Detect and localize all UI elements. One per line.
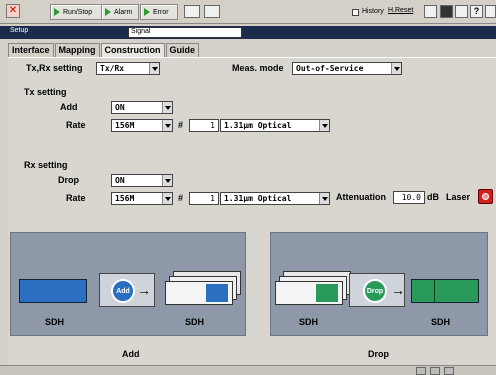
graph-icon[interactable] <box>204 5 220 18</box>
status-icon <box>416 367 426 375</box>
add-label: Add <box>60 102 78 112</box>
sdh-source-block <box>19 279 87 303</box>
help-icon[interactable]: ? <box>470 5 483 18</box>
display-toggle-icon[interactable] <box>184 5 200 18</box>
chevron-down-icon <box>162 193 172 204</box>
history-checkbox[interactable] <box>352 9 359 16</box>
print-icon[interactable] <box>455 5 468 18</box>
txrx-setting-label: Tx,Rx setting <box>26 63 83 73</box>
drop-left-label: SDH <box>299 317 319 327</box>
tx-channel-input[interactable]: 1 <box>189 119 219 132</box>
tab-bar: Interface Mapping Construction Guide <box>8 43 200 57</box>
attenuation-label: Attenuation <box>336 192 386 202</box>
rx-rate-label: Rate <box>66 193 86 203</box>
construction-panel: Tx,Rx setting Tx/Rx Meas. mode Out-of-Se… <box>8 57 496 365</box>
exit-icon[interactable] <box>485 5 496 18</box>
setup-bar: Setup Signal <box>0 26 496 39</box>
drop-caption: Drop <box>368 349 389 359</box>
sdh-input-block <box>275 281 343 305</box>
chevron-down-icon <box>391 63 401 74</box>
arrow-right-icon: → <box>391 282 405 298</box>
toolbar: ✕ Run/Stop Alarm Error History H.Reset ? <box>0 0 496 24</box>
log-icon[interactable] <box>424 5 437 18</box>
chevron-down-icon <box>319 120 329 131</box>
status-icon <box>430 367 440 375</box>
add-badge: Add <box>111 279 135 303</box>
rx-optical-select[interactable]: 1.31µm Optical <box>220 192 330 205</box>
tx-setting-heading: Tx setting <box>24 87 67 97</box>
signal-select[interactable]: Signal <box>128 27 242 38</box>
rx-setting-heading: Rx setting <box>24 160 68 170</box>
tab-guide[interactable]: Guide <box>165 43 200 57</box>
add-left-label: SDH <box>45 317 65 327</box>
txrx-setting-select[interactable]: Tx/Rx <box>96 62 160 75</box>
alarm-button[interactable]: Alarm <box>101 4 139 20</box>
laser-label: Laser <box>446 192 471 202</box>
add-right-label: SDH <box>185 317 205 327</box>
tx-optical-select[interactable]: 1.31µm Optical <box>220 119 330 132</box>
add-diagram: Add → SDH SDH <box>10 232 246 336</box>
rx-channel-hash: # <box>178 193 184 203</box>
laser-button[interactable] <box>478 189 493 204</box>
drop-right-label: SDH <box>431 317 451 327</box>
sdh-output-divider <box>434 280 435 302</box>
rx-rate-select[interactable]: 156M <box>111 192 173 205</box>
arrow-right-icon: → <box>137 282 151 298</box>
chevron-down-icon <box>149 63 159 74</box>
add-caption: Add <box>122 349 140 359</box>
add-select[interactable]: ON <box>111 101 173 114</box>
chevron-down-icon <box>162 102 172 113</box>
play-icon <box>144 8 150 16</box>
save-icon[interactable] <box>440 5 453 18</box>
drop-select[interactable]: ON <box>111 174 173 187</box>
rx-channel-input[interactable]: 1 <box>189 192 219 205</box>
status-icon <box>444 367 454 375</box>
sdh-output-block <box>165 281 233 305</box>
tx-channel-hash: # <box>178 120 184 130</box>
attenuation-unit: dB <box>427 192 439 202</box>
tab-construction[interactable]: Construction <box>100 43 165 57</box>
play-icon <box>54 8 60 16</box>
sdh-input-accent <box>316 284 338 302</box>
error-button[interactable]: Error <box>140 4 178 20</box>
setup-title: Setup <box>10 27 29 34</box>
sdh-output-block <box>411 279 479 303</box>
chevron-down-icon <box>162 175 172 186</box>
meas-mode-label: Meas. mode <box>232 63 284 73</box>
drop-diagram: Drop → SDH SDH <box>270 232 488 336</box>
app-logo-icon: ✕ <box>6 4 20 18</box>
sdh-output-accent <box>206 284 228 302</box>
tab-interface[interactable]: Interface <box>8 43 54 57</box>
drop-label: Drop <box>58 175 79 185</box>
drop-badge: Drop <box>363 279 387 303</box>
laser-indicator-icon <box>482 193 489 200</box>
meas-mode-select[interactable]: Out-of-Service <box>292 62 402 75</box>
attenuation-input[interactable]: 10.0 <box>393 191 425 204</box>
status-bar <box>0 365 496 375</box>
play-icon <box>105 8 111 16</box>
chevron-down-icon <box>319 193 329 204</box>
chevron-down-icon <box>162 120 172 131</box>
h-reset-button[interactable]: H.Reset <box>388 7 413 14</box>
tab-mapping[interactable]: Mapping <box>54 43 100 57</box>
history-label: History <box>362 8 384 15</box>
tx-rate-select[interactable]: 156M <box>111 119 173 132</box>
tx-rate-label: Rate <box>66 120 86 130</box>
